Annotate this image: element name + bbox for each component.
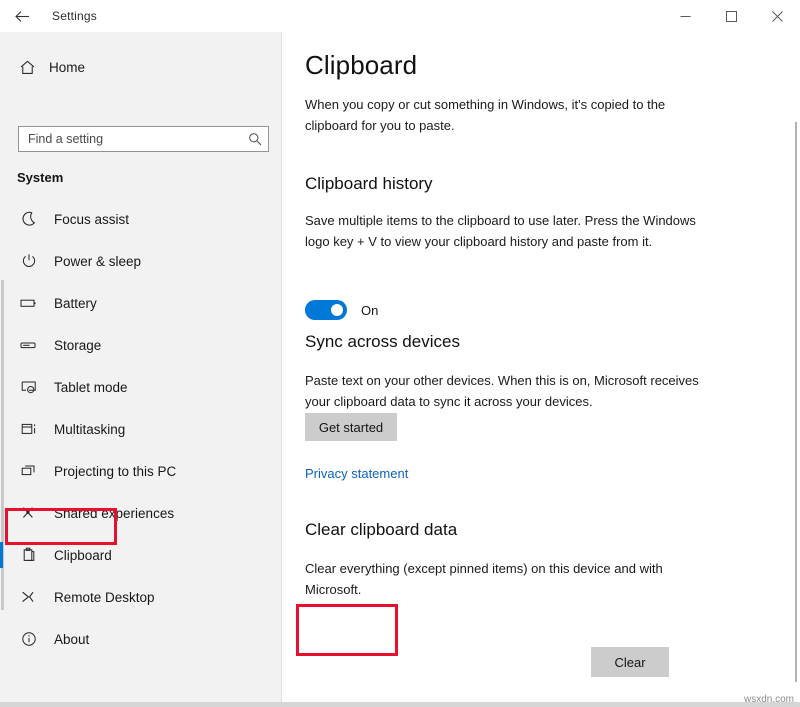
sidebar-item-shared-experiences[interactable]: Shared experiences	[0, 492, 282, 534]
toggle-state-label: On	[361, 302, 379, 318]
page-title: Clipboard	[305, 50, 418, 80]
selection-indicator	[0, 542, 3, 568]
home-icon	[10, 59, 44, 76]
sidebar-home-label: Home	[49, 59, 86, 75]
close-button[interactable]	[754, 0, 800, 32]
minimize-button[interactable]	[662, 0, 708, 32]
sidebar-item-label: Multitasking	[54, 421, 126, 437]
sidebar-item-remote-desktop[interactable]: Remote Desktop	[0, 576, 282, 618]
page-intro-text: When you copy or cut something in Window…	[305, 97, 666, 133]
multitasking-icon	[16, 421, 42, 437]
section-body-clipboard-history: Save multiple items to the clipboard to …	[305, 213, 696, 249]
sidebar-item-multitasking[interactable]: Multitasking	[0, 408, 282, 450]
sidebar-item-battery[interactable]: Battery	[0, 282, 282, 324]
sidebar-item-label: Projecting to this PC	[54, 463, 177, 479]
maximize-button[interactable]	[708, 0, 754, 32]
section-body-clear-clipboard-data: Clear everything (except pinned items) o…	[305, 561, 663, 597]
window-controls	[662, 0, 800, 32]
sidebar-item-label: Power & sleep	[54, 253, 142, 269]
settings-window: Settings Home Find a setting System Focu…	[0, 0, 800, 707]
shared-experiences-icon	[16, 505, 42, 521]
sidebar-item-label: Battery	[54, 295, 97, 311]
sidebar-item-projecting-to-this-pc[interactable]: Projecting to this PC	[0, 450, 282, 492]
sidebar-item-home[interactable]: Home	[10, 50, 260, 84]
section-title-clipboard-history: Clipboard history	[305, 174, 433, 193]
settings-content-pane: Clipboard When you copy or cut something…	[283, 32, 800, 707]
sidebar-item-clipboard[interactable]: Clipboard	[0, 534, 282, 576]
search-icon[interactable]	[242, 132, 268, 146]
storage-icon	[16, 337, 42, 353]
window-title: Settings	[52, 9, 97, 23]
sidebar-item-label: Shared experiences	[54, 505, 175, 521]
battery-icon	[16, 295, 42, 311]
moon-icon	[16, 211, 42, 227]
watermark: wsxdn.com	[743, 694, 794, 705]
projecting-icon	[16, 463, 42, 479]
section-title-clear-clipboard-data: Clear clipboard data	[305, 520, 458, 539]
sidebar-item-label: Storage	[54, 337, 102, 353]
power-icon	[16, 253, 42, 269]
content-scrollbar-thumb[interactable]	[795, 122, 797, 682]
sidebar-item-label: Focus assist	[54, 211, 130, 227]
content-scrollbar[interactable]	[792, 32, 800, 707]
clipboard-icon	[16, 547, 42, 563]
clipboard-history-toggle-row[interactable]: On	[305, 300, 378, 320]
tablet-icon	[16, 379, 42, 395]
sidebar-item-label: Remote Desktop	[54, 589, 155, 605]
bottom-strip	[0, 702, 800, 707]
info-icon	[16, 631, 42, 647]
sidebar-item-power-sleep[interactable]: Power & sleep	[0, 240, 282, 282]
sidebar-item-focus-assist[interactable]: Focus assist	[0, 198, 282, 240]
privacy-statement-link[interactable]: Privacy statement	[305, 466, 408, 481]
sidebar-nav-list: Focus assist Power & sleep Battery Stora…	[0, 198, 282, 660]
sidebar-item-label: About	[54, 631, 90, 647]
toggle-knob	[331, 304, 343, 316]
section-body-sync-across-devices: Paste text on your other devices. When t…	[305, 373, 699, 409]
section-title-sync-across-devices: Sync across devices	[305, 332, 460, 351]
get-started-button[interactable]: Get started	[305, 413, 397, 441]
remote-desktop-icon	[16, 589, 42, 605]
clear-button[interactable]: Clear	[591, 647, 669, 677]
sidebar-section-header: System	[17, 170, 64, 185]
back-arrow-icon[interactable]	[0, 0, 44, 32]
sidebar-item-storage[interactable]: Storage	[0, 324, 282, 366]
sidebar-item-label: Clipboard	[54, 547, 112, 563]
sidebar-item-about[interactable]: About	[0, 618, 282, 660]
sidebar-item-tablet-mode[interactable]: Tablet mode	[0, 366, 282, 408]
settings-sidebar: Home System Focus assist	[0, 32, 282, 707]
clipboard-history-toggle[interactable]	[305, 300, 347, 320]
search-input-container[interactable]	[18, 126, 269, 152]
sidebar-item-label: Tablet mode	[54, 379, 128, 395]
title-bar: Settings	[0, 0, 800, 32]
search-input[interactable]	[19, 126, 242, 152]
